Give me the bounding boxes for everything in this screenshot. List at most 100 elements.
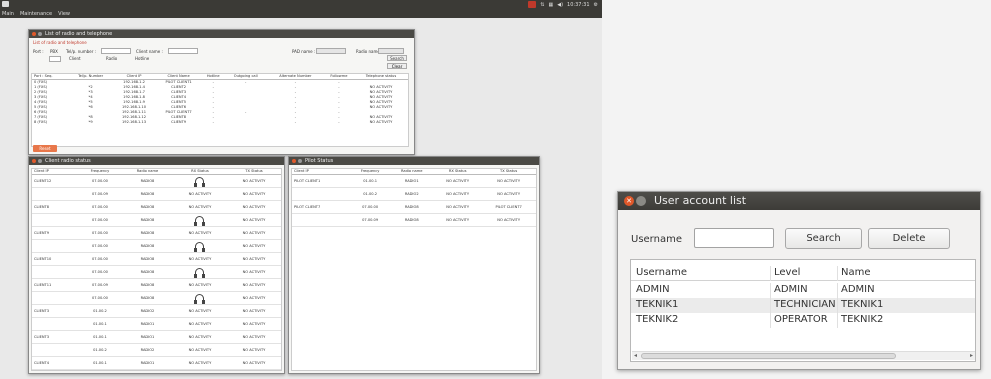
clear-button[interactable]: Clear [387, 63, 407, 69]
menu-main[interactable]: Main [2, 11, 14, 18]
minimize-icon[interactable] [38, 32, 42, 36]
scroll-right-icon[interactable]: ▸ [970, 352, 973, 360]
table-row[interactable]: PILOT CLIENT7 07.00.00 RADIO8 NO ACTIVITY PI… [292, 200, 536, 214]
minimize-icon[interactable] [636, 196, 646, 206]
table-cell: NO ACTIVITY [226, 330, 281, 344]
table-row[interactable]: 07.00.00 RADIO8 NO ACTIVITY [32, 291, 281, 305]
client-status-table: Client IP Frequency Radio name RX Status TX … [31, 168, 282, 371]
table-cell: CLIENT11 [32, 278, 78, 292]
pad-input[interactable] [316, 48, 346, 54]
table-cell: CLIENT12 [32, 174, 78, 188]
radio-option[interactable]: Radio [106, 56, 117, 61]
table-cell: RADIO8 [389, 213, 435, 227]
table-row[interactable]: CLIENT12 07.00.00 RADIO8 NO ACTIVITY [32, 174, 281, 188]
table-cell: NO ACTIVITY [226, 187, 281, 201]
table-row[interactable]: 07.00.00 RADIO8 NO ACTIVITY [32, 239, 281, 253]
table-cell: 07.00.00 [77, 200, 123, 214]
column-header-level[interactable]: Level [769, 266, 800, 281]
table-cell: NO ACTIVITY [434, 174, 482, 188]
gear-icon[interactable]: ⚙ [594, 2, 598, 8]
table-row[interactable]: 8 (FXS) *9 192.168.1.13 CLIENT9 - - - NO ACTIVI… [32, 119, 408, 124]
tel-input[interactable] [101, 48, 131, 54]
table-cell: RADIO2 [122, 343, 173, 357]
table-cell: NO ACTIVITY [369, 119, 393, 124]
table-row[interactable]: 07.00.00 RADIO8 NO ACTIVITY [32, 213, 281, 227]
table-row[interactable]: 01.00.2 RADIO2 NO ACTIVITY NO ACTIVITY [292, 187, 536, 201]
table-cell [292, 213, 351, 227]
table-row[interactable]: CLIENT11 07.00.09 RADIO8 NO ACTIVITY NO ACTI… [32, 278, 281, 292]
table-cell: 07.00.00 [77, 265, 123, 279]
port-input[interactable] [49, 56, 61, 62]
table-row[interactable]: 01.00.1 RADIO1 NO ACTIVITY NO ACTIVITY [32, 317, 281, 331]
table-cell: NO ACTIVITY [172, 330, 227, 344]
table-row[interactable]: TEKNIK1 TECHNICIAN TEKNIK1 [631, 298, 975, 313]
indicator-icon[interactable] [528, 1, 537, 8]
table-cell: NO ACTIVITY [172, 278, 227, 292]
table-cell: 07.00.00 [77, 226, 123, 240]
filter-form: Port : PBX Tel/p. number : Client Radio … [29, 47, 414, 65]
table-row[interactable]: TEKNIK2 OPERATOR TEKNIK2 [631, 313, 975, 328]
table-row[interactable]: PILOT CLIENT1 01.00.1 RADIO1 NO ACTIVITY NO … [292, 174, 536, 188]
table-cell: 01.00.2 [350, 187, 390, 201]
close-icon[interactable] [32, 159, 36, 163]
table-row[interactable]: CLIENT4 01.00.1 RADIO1 NO ACTIVITY NO ACTIVI… [32, 356, 281, 370]
column-header-username[interactable]: Username [636, 267, 687, 278]
search-button[interactable]: Search [387, 55, 407, 61]
clock[interactable]: 10:37:31 [567, 2, 589, 8]
table-row[interactable]: 07.00.09 RADIO8 NO ACTIVITY NO ACTIVITY [32, 187, 281, 201]
port-label: Port : [33, 49, 44, 54]
headphones-icon [194, 176, 206, 187]
table-cell: PILOT CLIENT1 [292, 174, 351, 188]
pbx-radio[interactable]: PBX [50, 49, 58, 54]
menu-view[interactable]: View [58, 11, 70, 18]
table-row[interactable]: CLIENT3 01.00.1 RADIO1 NO ACTIVITY NO ACTIVI… [32, 330, 281, 344]
table-cell: 01.00.1 [77, 330, 123, 344]
ubuntu-logo-icon[interactable] [2, 1, 9, 7]
reset-button[interactable]: Reset [33, 145, 57, 152]
minimize-icon[interactable] [38, 159, 42, 163]
table-cell [32, 213, 78, 227]
delete-button[interactable]: Delete [868, 228, 950, 249]
table-row[interactable]: CLIENT3 01.00.2 RADIO2 NO ACTIVITY NO ACTIVI… [32, 304, 281, 318]
table-row[interactable]: 07.00.09 RADIO8 NO ACTIVITY NO ACTIVITY [292, 213, 536, 227]
network-icon[interactable]: ⇅ [540, 2, 544, 8]
table-row[interactable]: CLIENT8 07.00.00 RADIO8 NO ACTIVITY NO ACTIV… [32, 200, 281, 214]
radio-name-input[interactable] [378, 48, 404, 54]
dialog-title: User account list [654, 194, 747, 207]
hotline-option[interactable]: Hotline [135, 56, 149, 61]
horizontal-scrollbar[interactable]: ◂ ▸ [632, 351, 975, 360]
table-cell: NO ACTIVITY [226, 356, 281, 370]
username-input[interactable] [694, 228, 774, 248]
table-cell: NO ACTIVITY [226, 304, 281, 318]
table-row[interactable]: CLIENT10 07.00.00 RADIO8 NO ACTIVITY NO ACTI… [32, 252, 281, 266]
table-row[interactable]: 01.00.2 RADIO2 NO ACTIVITY NO ACTIVITY [32, 343, 281, 357]
scrollbar-thumb[interactable] [641, 353, 896, 359]
table-row[interactable]: 07.00.00 RADIO8 NO ACTIVITY [32, 265, 281, 279]
client-name-input[interactable] [168, 48, 198, 54]
table-cell: RADIO2 [122, 304, 173, 318]
close-icon[interactable] [32, 32, 36, 36]
keyboard-icon[interactable]: ▦ [549, 2, 554, 8]
volume-icon[interactable]: ◀) [557, 2, 563, 8]
table-cell: *9 [88, 119, 93, 124]
minimize-icon[interactable] [298, 159, 302, 163]
close-icon[interactable]: ✕ [624, 196, 634, 206]
table-row[interactable]: ADMIN ADMIN ADMIN [631, 283, 975, 298]
table-cell: 07.00.09 [350, 213, 390, 227]
table-cell: RADIO8 [122, 265, 173, 279]
scroll-left-icon[interactable]: ◂ [634, 352, 637, 360]
table-cell: NO ACTIVITY [226, 226, 281, 240]
table-row[interactable]: CLIENT9 07.00.00 RADIO8 NO ACTIVITY NO ACTIV… [32, 226, 281, 240]
menu-maintenance[interactable]: Maintenance [20, 11, 52, 18]
window-title: Client radio status [45, 158, 91, 164]
tel-label: Tel/p. number : [66, 49, 96, 54]
client-option[interactable]: Client [69, 56, 81, 61]
table-cell: NO ACTIVITY [172, 304, 227, 318]
radio-telephone-list-window: List of radio and telephone List of radi… [28, 29, 415, 155]
cell-level: TECHNICIAN [770, 298, 836, 313]
app-menubar: Main Maintenance View [0, 11, 602, 18]
column-header-name[interactable]: Name [837, 266, 871, 281]
search-button[interactable]: Search [785, 228, 862, 249]
cell-level: OPERATOR [770, 313, 828, 328]
close-icon[interactable] [292, 159, 296, 163]
